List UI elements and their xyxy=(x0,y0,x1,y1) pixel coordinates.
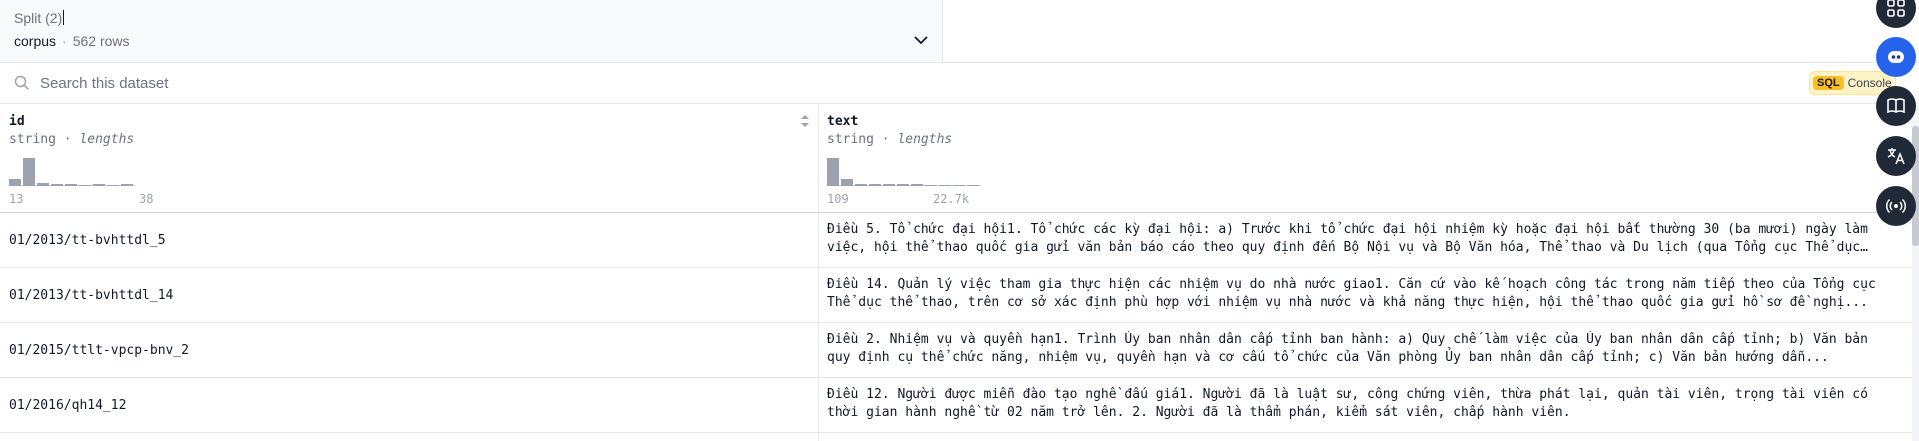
length-histogram xyxy=(827,156,981,186)
row-count: 562 rows xyxy=(72,33,130,49)
split-name: corpus xyxy=(14,33,57,49)
docs-button[interactable] xyxy=(1876,86,1916,126)
search-input[interactable] xyxy=(40,71,740,95)
search-bar xyxy=(0,63,1919,104)
histogram-bar xyxy=(827,158,839,186)
histogram-bar xyxy=(925,185,937,186)
column-header-text[interactable]: text string · lengths 109 22.7k xyxy=(819,104,1909,212)
translate-button[interactable] xyxy=(1876,136,1916,176)
search-icon xyxy=(14,75,30,91)
cell-id: 01/2016/qh14_12 xyxy=(9,397,127,413)
broadcast-button[interactable] xyxy=(1876,186,1916,226)
grid-button[interactable] xyxy=(1876,0,1916,28)
cell-text: Điều 14. Quản lý việc tham gia thực hiện… xyxy=(827,277,1876,310)
grid-icon xyxy=(1887,0,1905,17)
cell-text: Điều 12. Người được miễn đào tạo nghề đấ… xyxy=(827,387,1868,420)
column-name: text xyxy=(827,114,859,129)
sql-badge: SQL xyxy=(1813,76,1844,90)
histogram-max: 22.7k xyxy=(933,192,970,206)
sort-icon[interactable] xyxy=(800,113,810,129)
histogram-bar xyxy=(107,185,119,186)
column-name: id xyxy=(9,114,25,129)
histogram-min: 109 xyxy=(827,192,849,206)
histogram-bar xyxy=(79,185,91,186)
column-type: string · lengths xyxy=(9,132,135,147)
column-divider xyxy=(818,104,819,441)
right-rail xyxy=(1874,0,1919,441)
split-bar: Split (2) corpus · 562 rows xyxy=(0,0,1919,63)
cell-id: 01/2013/tt-bvhttdl_5 xyxy=(9,232,166,248)
book-icon xyxy=(1887,98,1905,114)
table-row[interactable]: 01/2015/ttlt-vpcp-bnv_2 Điều 2. Nhiệm vụ… xyxy=(0,323,1919,378)
histogram-bar xyxy=(51,184,63,186)
cell-id: 01/2015/ttlt-vpcp-bnv_2 xyxy=(9,342,190,358)
histogram-min: 13 xyxy=(9,192,24,206)
bot-icon xyxy=(1888,51,1904,63)
column-header-id[interactable]: id string · lengths 13 38 xyxy=(0,104,818,212)
histogram-bar xyxy=(93,184,105,186)
histogram-bar xyxy=(953,185,965,186)
histogram-max: 38 xyxy=(139,192,154,206)
split-selector[interactable]: Split (2) corpus · 562 rows xyxy=(0,0,943,62)
length-histogram xyxy=(9,156,159,186)
histogram-bar xyxy=(883,184,895,186)
split-value: corpus · 562 rows xyxy=(14,33,130,49)
histogram-bar xyxy=(869,184,881,186)
histogram-bar xyxy=(855,184,867,186)
histogram-bar xyxy=(9,179,21,186)
column-type: string · lengths xyxy=(827,132,953,147)
table-header: id string · lengths 13 38 text string · … xyxy=(0,104,1919,213)
cell-id: 01/2013/tt-bvhttdl_14 xyxy=(9,287,174,303)
assistant-button[interactable] xyxy=(1876,37,1916,77)
histogram-bar xyxy=(37,183,49,186)
histogram-bar xyxy=(897,184,909,186)
chevron-down-icon[interactable] xyxy=(913,34,929,46)
cell-text: Điều 5. Tổ chức đại hội1. Tổ chức các kỳ… xyxy=(827,222,1868,255)
histogram-bar xyxy=(841,179,853,186)
histogram-bar xyxy=(967,185,979,186)
histogram-bar xyxy=(121,184,133,186)
histogram-bar xyxy=(911,184,923,186)
cell-text: Điều 2. Nhiệm vụ và quyền hạn1. Trình Ủy… xyxy=(827,332,1868,365)
histogram-bar xyxy=(939,185,951,186)
split-label: Split (2) xyxy=(14,10,65,26)
table-row[interactable]: 01/2013/tt-bvhttdl_14 Điều 14. Quản lý v… xyxy=(0,268,1919,323)
translate-icon xyxy=(1887,148,1905,165)
histogram-bar xyxy=(65,184,77,186)
table-row[interactable]: 01/2016/qh14_12 Điều 12. Người được miễn… xyxy=(0,378,1919,433)
table-row[interactable]: 01/2013/tt-bvhttdl_5 Điều 5. Tổ chức đại… xyxy=(0,213,1919,268)
broadcast-icon xyxy=(1885,198,1907,214)
histogram-bar xyxy=(23,158,35,186)
